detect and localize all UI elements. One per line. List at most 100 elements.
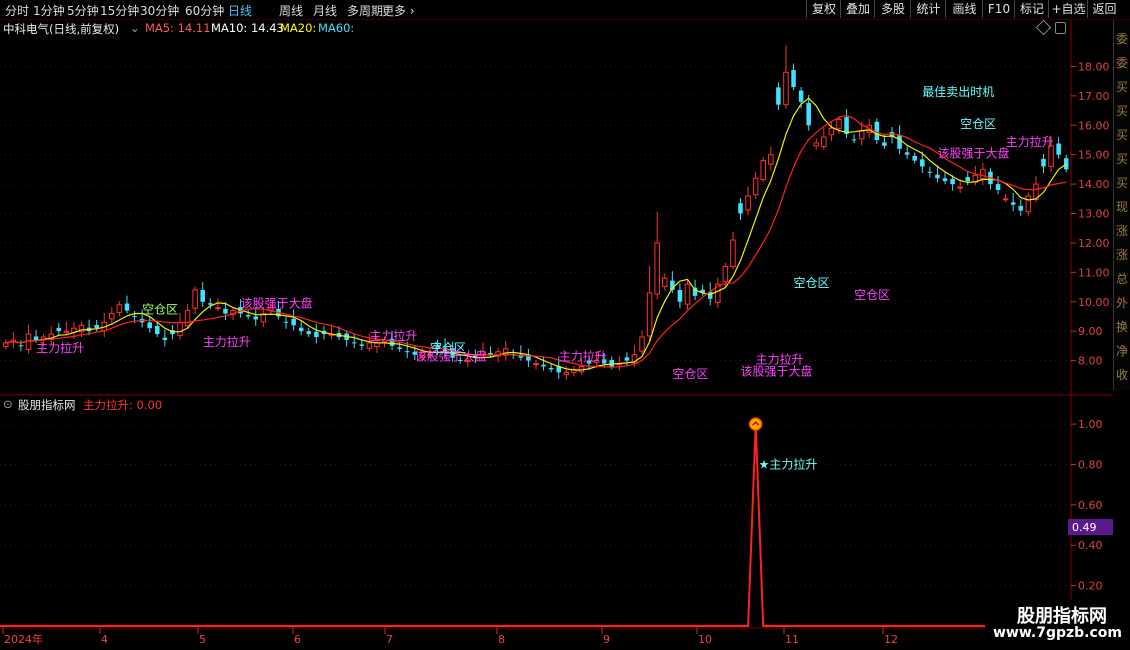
candle-body	[351, 342, 357, 344]
candle-body	[965, 177, 971, 182]
candle-body	[783, 71, 789, 106]
indicator-name[interactable]: 股朋指标网	[18, 397, 76, 413]
toolbar-button-3[interactable]: 统计	[910, 0, 946, 18]
period-tab-1[interactable]: 1分钟	[33, 2, 65, 19]
period-toolbar: 分时 1分钟 5分钟 15分钟 30分钟 60分钟 日线 周线 月线 多周期 更多 › 复权 叠加 多股统…	[0, 0, 1130, 20]
toolbar-button-7[interactable]: +自选	[1048, 0, 1088, 18]
watermark-url: www.7gpzb.com	[993, 625, 1123, 641]
chevron-down-icon[interactable]: ⌄	[130, 21, 140, 35]
annotation-label: 该股强于大盘	[415, 349, 487, 364]
right-info-panel: 委委买买买买买现涨涨总外换净收	[1113, 20, 1130, 390]
candle-body	[692, 287, 698, 296]
y-tick-label: 1.00	[1078, 418, 1103, 431]
candle-body	[94, 325, 99, 329]
y-tick-label: 16.00	[1078, 119, 1110, 132]
right-panel-char: 收	[1116, 368, 1129, 382]
ma60-value: MA60:	[318, 21, 355, 35]
annotation-label: 最佳卖出时机	[922, 85, 994, 99]
candle-body	[314, 331, 319, 338]
annotation-label: 主力拉升	[203, 334, 251, 349]
window-icon[interactable]	[1055, 22, 1066, 34]
candle-body	[920, 159, 925, 167]
candle-body	[1041, 158, 1046, 167]
toolbar-button-8[interactable]: 返回	[1087, 0, 1121, 18]
right-panel-char: 买	[1116, 80, 1129, 94]
candle-body	[821, 136, 827, 147]
stock-label[interactable]: 中科电气(日线,前复权)	[3, 21, 119, 37]
candle-body	[639, 336, 645, 352]
period-tab-10[interactable]: 更多 ›	[382, 2, 415, 19]
right-panel-char: 换	[1116, 320, 1129, 334]
circle-chevron-icon[interactable]: ⊙	[3, 397, 13, 411]
x-tick-label: 2024年	[4, 632, 43, 646]
period-tab-4[interactable]: 30分钟	[140, 2, 179, 19]
right-panel-char: 净	[1116, 344, 1129, 358]
period-tab-7[interactable]: 周线	[279, 2, 303, 19]
toolbar-button-4[interactable]: 画线	[945, 0, 983, 18]
candle-body	[927, 171, 933, 173]
candle-body	[646, 292, 653, 337]
right-panel-char: 涨	[1116, 248, 1129, 262]
period-tab-0[interactable]: 分时	[5, 2, 29, 19]
period-tab-2[interactable]: 5分钟	[67, 2, 99, 19]
candle-body	[851, 139, 857, 141]
toolbar-button-1[interactable]: 叠加	[840, 0, 875, 18]
candle-body	[684, 283, 691, 305]
right-panel-char: 涨	[1116, 224, 1129, 238]
candle-body	[253, 316, 259, 320]
annotation-label: 空仓区	[142, 303, 178, 317]
x-tick-label: 12	[884, 633, 898, 646]
candle-body	[1010, 202, 1016, 205]
chart-canvas[interactable]: 主力拉升 主力拉升空仓区 该股强于大盘主力拉升空仓区该股强于大盘 主力拉升空仓区主力拉…	[0, 0, 1130, 650]
toolbar-button-6[interactable]: 标记	[1014, 0, 1049, 18]
toolbar-button-5[interactable]: F10	[982, 0, 1015, 18]
annotation-label: 主力拉升	[1006, 134, 1054, 149]
candle-body	[912, 155, 917, 161]
y-tick-label: 14.00	[1078, 178, 1110, 191]
candle-body	[791, 70, 796, 88]
current-value-label: 0.49	[1072, 521, 1097, 534]
right-panel-char: 总	[1116, 272, 1129, 286]
candle-body	[806, 102, 811, 126]
candle-body	[730, 239, 736, 267]
candle-body	[776, 87, 781, 105]
candle-body	[33, 336, 39, 340]
y-tick-label: 9.00	[1078, 325, 1103, 338]
candle-body	[745, 195, 751, 211]
y-tick-label: 13.00	[1078, 208, 1110, 221]
right-panel-char: 买	[1116, 128, 1129, 142]
candle-body	[1018, 205, 1024, 211]
annotation-label: 主力拉升	[369, 328, 417, 343]
candle-body	[533, 363, 539, 366]
y-tick-label: 0.20	[1078, 580, 1103, 593]
right-panel-char: 现	[1116, 200, 1129, 214]
candle-body	[760, 160, 767, 180]
candle-body	[563, 371, 570, 376]
x-tick-label: 4	[101, 633, 108, 646]
candle-body	[942, 178, 948, 182]
period-tab-6[interactable]: 日线	[228, 2, 252, 19]
candle-body	[995, 184, 1001, 190]
y-tick-label: 11.00	[1078, 266, 1110, 279]
period-tab-5[interactable]: 60分钟	[185, 2, 224, 19]
y-tick-label: 17.00	[1078, 90, 1110, 103]
toolbar-button-2[interactable]: 多股	[874, 0, 911, 18]
period-tab-3[interactable]: 15分钟	[100, 2, 139, 19]
candle-body	[1063, 158, 1069, 170]
candle-body	[3, 342, 9, 347]
right-panel-char: 买	[1116, 176, 1129, 190]
period-tab-9[interactable]: 多周期	[347, 2, 383, 19]
y-tick-label: 12.00	[1078, 237, 1110, 250]
ma10-value: MA10: 14.43	[211, 21, 284, 35]
candle-body	[283, 321, 289, 323]
x-tick-label: 6	[294, 633, 301, 646]
right-panel-char: 外	[1116, 296, 1129, 310]
spike-marker	[748, 417, 763, 431]
toolbar-button-0[interactable]: 复权	[806, 0, 841, 18]
candle-body	[828, 127, 835, 136]
annotation-label: 空仓区	[960, 117, 996, 131]
annotation-label: 空仓区	[854, 288, 890, 302]
candle-body	[298, 327, 304, 332]
period-tab-8[interactable]: 月线	[313, 2, 337, 19]
candle-body	[904, 152, 910, 155]
